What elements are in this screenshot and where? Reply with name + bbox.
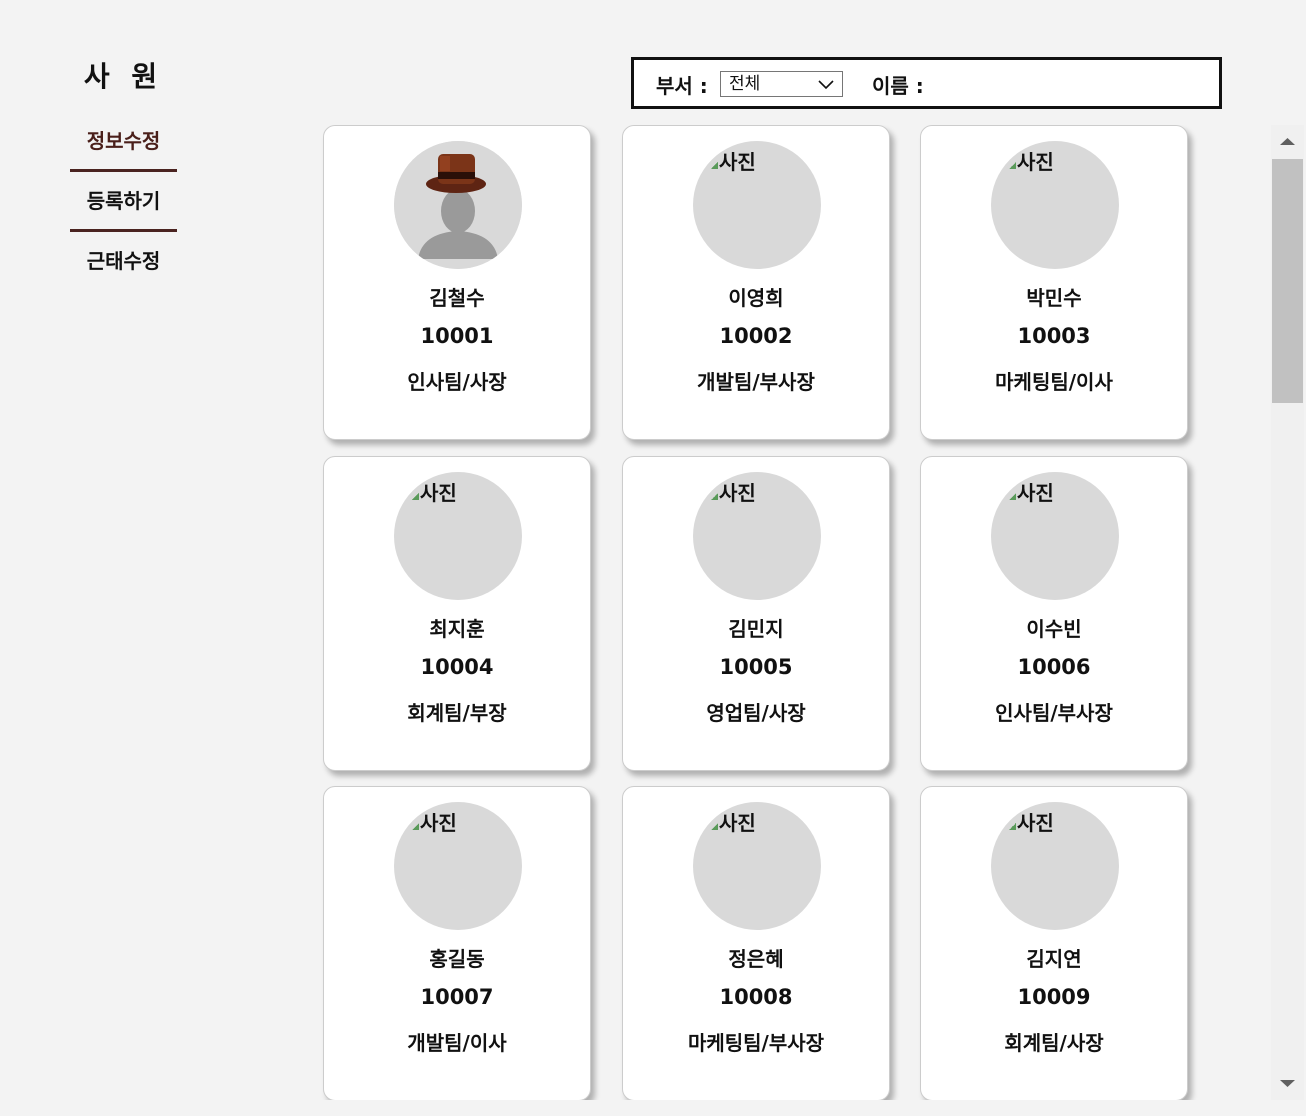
broken-image-icon: 사진 — [711, 807, 756, 836]
employee-card[interactable]: 사진김지연 10009 회계팀/사장 — [920, 786, 1188, 1100]
avatar-hat-icon — [394, 141, 522, 269]
employee-photo: 사진 — [991, 141, 1119, 269]
employee-role: 마케팅팀/이사 — [995, 370, 1113, 394]
employee-name: 김지연 — [1026, 947, 1082, 971]
filter-bar: 부서 : 전체 이름 : — [631, 57, 1222, 109]
employee-name: 김민지 — [728, 617, 784, 641]
employee-card[interactable]: 사진박민수 10003 마케팅팀/이사 — [920, 125, 1188, 440]
employee-id: 10003 — [1017, 324, 1091, 348]
photo-alt-text: 사진 — [420, 811, 457, 835]
employee-role: 개발팀/부사장 — [697, 370, 815, 394]
scrollbar-thumb[interactable] — [1272, 159, 1303, 403]
employee-id: 10002 — [719, 324, 793, 348]
sidebar-menu: 정보수정 등록하기 근태수정 — [70, 112, 177, 292]
broken-image-icon: 사진 — [412, 807, 457, 836]
photo-alt-text: 사진 — [719, 150, 756, 174]
employee-role: 회계팀/부장 — [407, 701, 507, 725]
employee-name: 정은혜 — [728, 947, 784, 971]
employee-photo: 사진 — [991, 802, 1119, 930]
photo-alt-text: 사진 — [1017, 481, 1054, 505]
employee-card[interactable]: 사진최지훈 10004 회계팀/부장 — [323, 456, 591, 771]
employee-id: 10006 — [1017, 655, 1091, 679]
broken-image-icon: 사진 — [711, 146, 756, 175]
employee-photo: 사진 — [394, 472, 522, 600]
sidebar-item-edit-info[interactable]: 정보수정 — [70, 112, 177, 172]
sidebar-item-register[interactable]: 등록하기 — [70, 172, 177, 232]
broken-image-icon: 사진 — [412, 477, 457, 506]
photo-alt-text: 사진 — [1017, 811, 1054, 835]
employee-card[interactable]: 사진이수빈 10006 인사팀/부사장 — [920, 456, 1188, 771]
broken-image-icon: 사진 — [1009, 807, 1054, 836]
employee-name: 김철수 — [429, 286, 485, 310]
scroll-up-arrow-icon[interactable] — [1271, 125, 1304, 158]
employee-card[interactable]: 김철수 10001 인사팀/사장 — [323, 125, 591, 440]
name-label: 이름 : — [872, 74, 924, 98]
photo-alt-text: 사진 — [719, 481, 756, 505]
employee-card[interactable]: 사진정은혜 10008 마케팅팀/부사장 — [622, 786, 890, 1100]
employee-photo: 사진 — [991, 472, 1119, 600]
employee-photo: 사진 — [693, 472, 821, 600]
photo-alt-text: 사진 — [719, 811, 756, 835]
dept-label: 부서 : — [656, 74, 708, 98]
photo-alt-text: 사진 — [1017, 150, 1054, 174]
employee-id: 10004 — [420, 655, 494, 679]
employee-name: 최지훈 — [429, 617, 485, 641]
employee-photo — [394, 141, 522, 269]
employee-id: 10001 — [420, 324, 494, 348]
dept-selected-value: 전체 — [729, 74, 761, 94]
employee-photo: 사진 — [693, 141, 821, 269]
employee-card[interactable]: 사진김민지 10005 영업팀/사장 — [622, 456, 890, 771]
sidebar-item-attendance[interactable]: 근태수정 — [70, 232, 177, 292]
employee-name: 박민수 — [1026, 286, 1082, 310]
scroll-down-arrow-icon[interactable] — [1271, 1067, 1304, 1100]
employee-card[interactable]: 사진홍길동 10007 개발팀/이사 — [323, 786, 591, 1100]
employee-role: 인사팀/사장 — [407, 370, 507, 394]
employee-name: 이영희 — [728, 286, 784, 310]
employee-role: 개발팀/이사 — [407, 1031, 507, 1055]
employee-name: 홍길동 — [429, 947, 485, 971]
employee-role: 회계팀/사장 — [1004, 1031, 1104, 1055]
employee-role: 마케팅팀/부사장 — [687, 1031, 825, 1055]
sidebar-title: 사 원 — [83, 60, 164, 93]
employee-photo: 사진 — [394, 802, 522, 930]
employee-card[interactable]: 사진이영희 10002 개발팀/부사장 — [622, 125, 890, 440]
photo-alt-text: 사진 — [420, 481, 457, 505]
broken-image-icon: 사진 — [711, 477, 756, 506]
employee-id: 10009 — [1017, 985, 1091, 1009]
employee-id: 10005 — [719, 655, 793, 679]
scrollbar[interactable] — [1271, 125, 1304, 1100]
broken-image-icon: 사진 — [1009, 477, 1054, 506]
employee-id: 10008 — [719, 985, 793, 1009]
name-search-input[interactable] — [934, 70, 1208, 100]
chevron-down-icon — [818, 80, 834, 90]
dept-select[interactable]: 전체 — [720, 71, 843, 97]
employee-name: 이수빈 — [1026, 617, 1082, 641]
employee-photo: 사진 — [693, 802, 821, 930]
broken-image-icon: 사진 — [1009, 146, 1054, 175]
employee-id: 10007 — [420, 985, 494, 1009]
employee-role: 인사팀/부사장 — [995, 701, 1113, 725]
employee-role: 영업팀/사장 — [706, 701, 806, 725]
employee-grid: 김철수 10001 인사팀/사장 사진 이영희 10002 개발팀/부사장 사진 박민수 1000… — [300, 125, 1270, 1100]
